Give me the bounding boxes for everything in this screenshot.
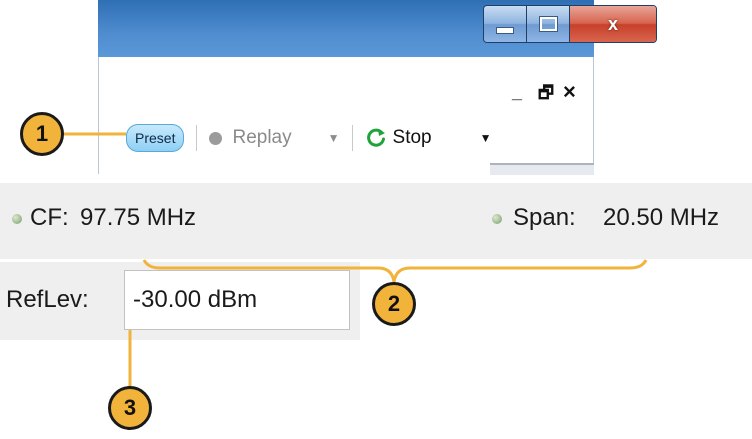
callout-2-leader (142, 259, 648, 283)
callout-leaders (64, 132, 648, 388)
callout-1: 1 (20, 112, 64, 156)
callout-2: 2 (372, 282, 416, 326)
callout-3: 3 (108, 386, 152, 430)
